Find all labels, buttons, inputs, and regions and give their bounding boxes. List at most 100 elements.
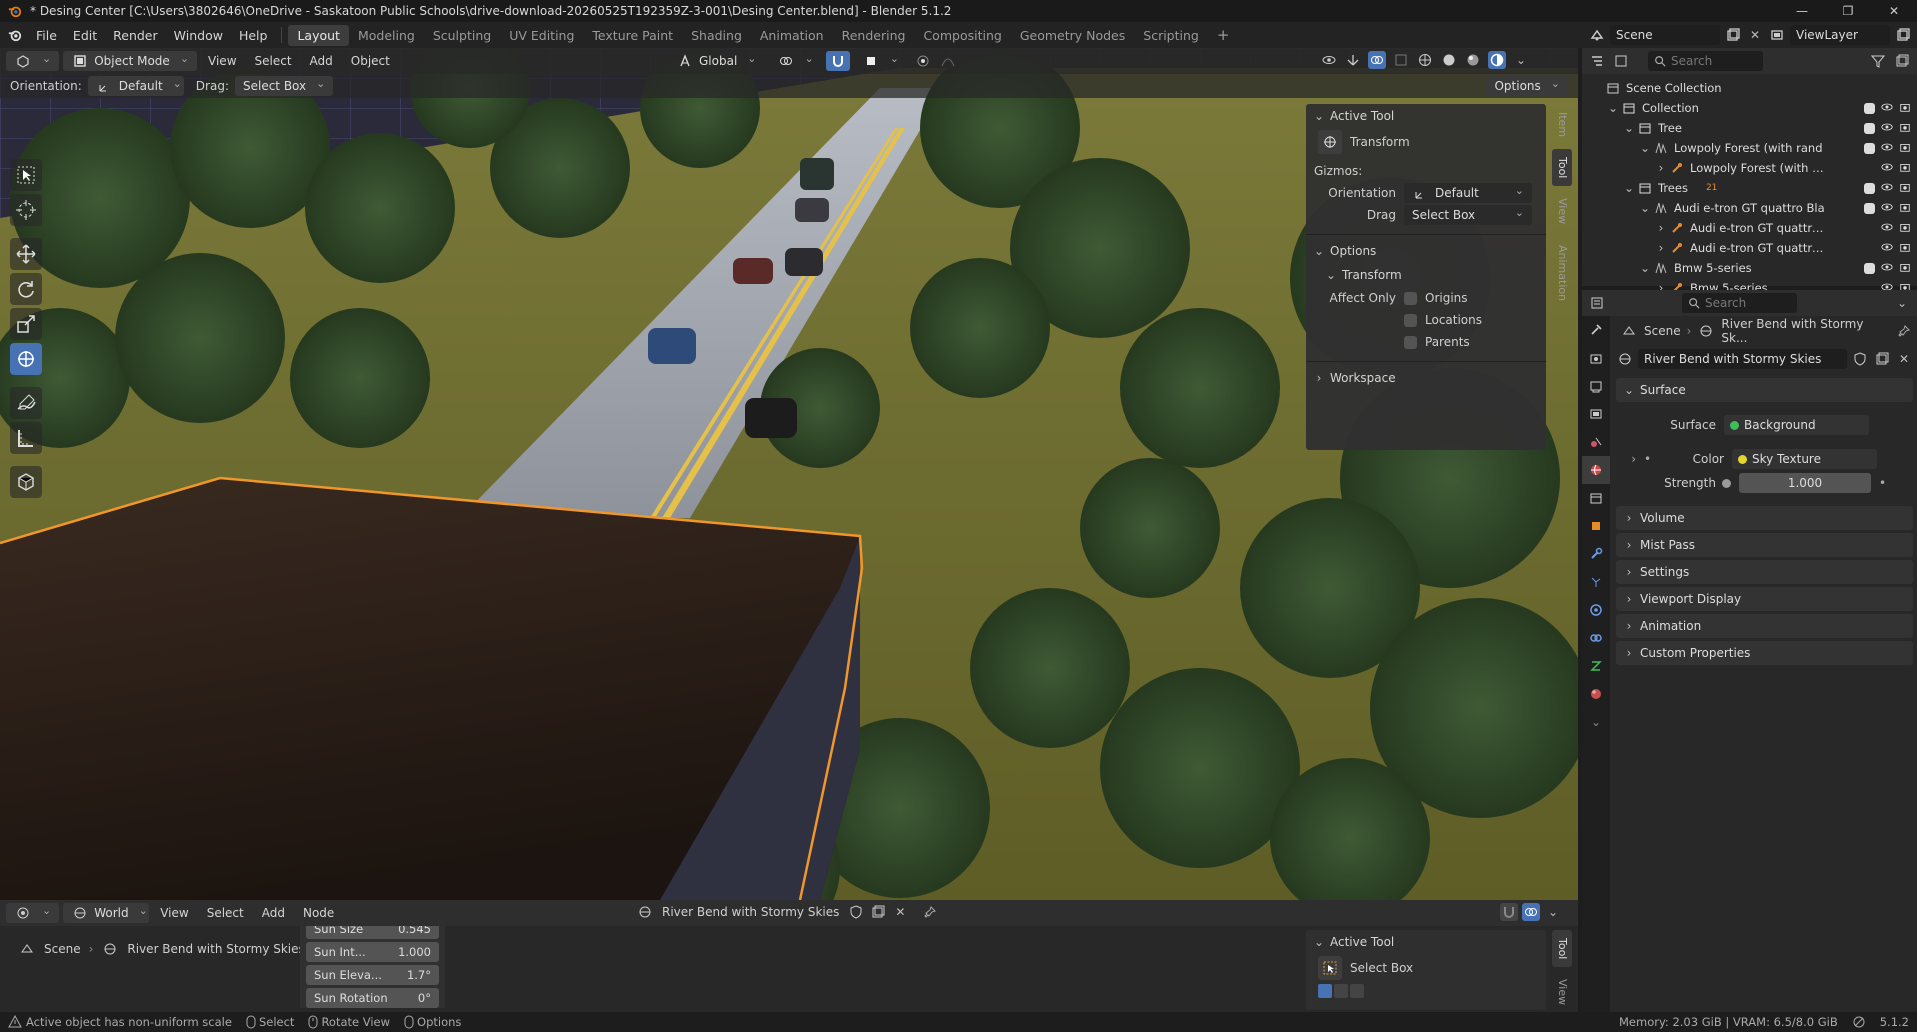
measure-tool[interactable] <box>10 422 42 454</box>
gizmo-orientation-dropdown[interactable]: Default <box>1404 183 1532 203</box>
camera-render-icon[interactable] <box>1899 141 1911 156</box>
outliner-row[interactable]: › Audi e-tron GT quattro Bla <box>1582 218 1917 238</box>
exclude-checkbox[interactable] <box>1864 202 1875 214</box>
unlink-world-icon[interactable]: ✕ <box>1895 350 1913 368</box>
cursor-tool[interactable] <box>10 194 42 226</box>
move-tool[interactable] <box>10 238 42 270</box>
3d-viewport[interactable]: Object Mode View Select Add Object Globa… <box>0 48 1578 900</box>
panel-header-viewport-display[interactable]: › Viewport Display <box>1616 587 1913 611</box>
outliner-row[interactable]: ⌄ Collection <box>1582 98 1917 118</box>
maximize-button[interactable]: ❐ <box>1825 0 1871 22</box>
panel-header-mist-pass[interactable]: › Mist Pass <box>1616 533 1913 557</box>
node-active-tool-header[interactable]: ⌄ Active Tool <box>1306 930 1546 954</box>
xray-toggle-icon[interactable] <box>1392 51 1410 69</box>
visibility-filter-icon[interactable] <box>1320 51 1338 69</box>
node-menu-add[interactable]: Add <box>255 903 292 923</box>
sidebar-tab-view[interactable]: View <box>1552 190 1572 232</box>
viewport-menu-object[interactable]: Object <box>344 51 397 71</box>
eye-visibility-icon[interactable] <box>1881 141 1893 156</box>
editor-type-button[interactable] <box>6 51 60 71</box>
outliner-row[interactable]: ⌄ Bmw 5-series <box>1582 258 1917 278</box>
workspace-tab-animation[interactable]: Animation <box>751 25 833 46</box>
viewport-options-button[interactable]: Options <box>1486 76 1568 96</box>
camera-render-icon[interactable] <box>1899 241 1911 256</box>
shader-editor[interactable]: World View Select Add Node River Bend wi… <box>0 900 1578 1012</box>
camera-render-icon[interactable] <box>1899 201 1911 216</box>
sky-field[interactable]: Sun Int... 1.000 <box>306 942 439 962</box>
remove-scene-icon[interactable]: ✕ <box>1746 26 1764 44</box>
properties-search-field[interactable]: Search <box>1682 293 1797 313</box>
sky-field[interactable]: Sun Eleva... 1.7° <box>306 965 439 985</box>
outliner-search-field[interactable]: Search <box>1648 51 1763 71</box>
new-view-layer-icon[interactable] <box>1894 26 1912 44</box>
select-subtract-mode-button[interactable] <box>1350 984 1364 998</box>
outliner-row[interactable]: › Audi e-tron GT quattro Bla <box>1582 238 1917 258</box>
strength-keyframe-dot-icon[interactable]: • <box>1879 476 1886 490</box>
camera-render-icon[interactable] <box>1899 261 1911 276</box>
new-world-icon[interactable] <box>1873 350 1891 368</box>
outliner-row[interactable]: ⌄ Audi e-tron GT quattro Bla <box>1582 198 1917 218</box>
view-layer-icon[interactable] <box>1768 26 1786 44</box>
outliner-row[interactable]: ⌄ Lowpoly Forest (with rand <box>1582 138 1917 158</box>
panel-header-custom-properties[interactable]: › Custom Properties <box>1616 641 1913 665</box>
eye-visibility-icon[interactable] <box>1881 221 1893 236</box>
properties-editor-type-icon[interactable] <box>1588 294 1606 312</box>
menu-render[interactable]: Render <box>105 28 166 43</box>
camera-render-icon[interactable] <box>1899 221 1911 236</box>
workspace-tab-sculpting[interactable]: Sculpting <box>424 25 500 46</box>
object-tab-icon[interactable] <box>1582 512 1610 540</box>
menu-file[interactable]: File <box>28 28 65 43</box>
annotate-tool[interactable] <box>10 387 42 419</box>
select-extend-mode-button[interactable] <box>1334 984 1348 998</box>
fake-user-shield-icon[interactable] <box>1851 350 1869 368</box>
blender-menu-icon[interactable] <box>6 26 24 44</box>
solid-shading-icon[interactable] <box>1440 51 1458 69</box>
workspace-tab-compositing[interactable]: Compositing <box>914 25 1010 46</box>
view-layer-tab-icon[interactable] <box>1582 400 1610 428</box>
add-workspace-button[interactable]: + <box>1208 23 1239 47</box>
view-layer-field[interactable]: ViewLayer <box>1790 25 1890 45</box>
menu-window[interactable]: Window <box>166 28 231 43</box>
eye-visibility-icon[interactable] <box>1881 181 1893 196</box>
shader-editor-type-button[interactable] <box>6 903 60 923</box>
particles-tab-icon[interactable] <box>1582 568 1610 596</box>
collapsed-chevron-icon[interactable]: › <box>1654 219 1668 237</box>
render-tab-icon[interactable] <box>1582 344 1610 372</box>
color-expand-icon[interactable]: › <box>1616 452 1636 466</box>
new-world-icon[interactable] <box>869 903 887 921</box>
world-tab-icon[interactable] <box>1582 456 1610 484</box>
tool-drag-dropdown[interactable]: Select Box <box>234 76 334 96</box>
viewport-menu-view[interactable]: View <box>201 51 243 71</box>
minimize-button[interactable]: — <box>1779 0 1825 22</box>
fake-user-shield-icon[interactable] <box>847 903 865 921</box>
collapsed-chevron-icon[interactable]: › <box>1654 239 1668 257</box>
collection-tab-icon[interactable] <box>1582 484 1610 512</box>
select-box-icon[interactable] <box>1318 956 1342 980</box>
sky-texture-node[interactable]: Sun Size 0.545 Sun Int... 1.000 Sun Eleva...… <box>300 926 445 1008</box>
workspace-panel-header[interactable]: › Workspace <box>1306 366 1546 390</box>
sidebar-tab-item[interactable]: Item <box>1552 104 1572 145</box>
surface-panel-header[interactable]: ⌄ Surface <box>1616 378 1913 402</box>
workspace-tab-layout[interactable]: Layout <box>288 24 349 46</box>
falloff-icon[interactable] <box>939 52 957 70</box>
material-tab-icon[interactable] <box>1582 680 1610 708</box>
outliner-row[interactable]: › Lowpoly Forest (with rando <box>1582 158 1917 178</box>
camera-render-icon[interactable] <box>1899 121 1911 136</box>
surface-shader-button[interactable]: Background <box>1724 415 1869 435</box>
node-menu-select[interactable]: Select <box>200 903 251 923</box>
more-tabs-icon[interactable]: ⌄ <box>1582 708 1610 736</box>
workspace-tab-texture-paint[interactable]: Texture Paint <box>583 25 682 46</box>
expand-chevron-icon[interactable]: ⌄ <box>1638 139 1652 157</box>
menu-help[interactable]: Help <box>231 28 276 43</box>
workspace-tab-shading[interactable]: Shading <box>682 25 751 46</box>
workspace-tab-modeling[interactable]: Modeling <box>349 25 424 46</box>
shading-options-icon[interactable]: ⌄ <box>1512 51 1530 69</box>
display-mode-icon[interactable] <box>1612 52 1630 70</box>
transform-tool[interactable] <box>10 343 42 375</box>
viewport-menu-add[interactable]: Add <box>303 51 340 71</box>
close-window-button[interactable]: ✕ <box>1871 0 1917 22</box>
wireframe-shading-icon[interactable] <box>1416 51 1434 69</box>
camera-render-icon[interactable] <box>1899 101 1911 116</box>
new-scene-icon[interactable] <box>1724 26 1742 44</box>
node-overlays-icon[interactable] <box>1522 903 1540 921</box>
